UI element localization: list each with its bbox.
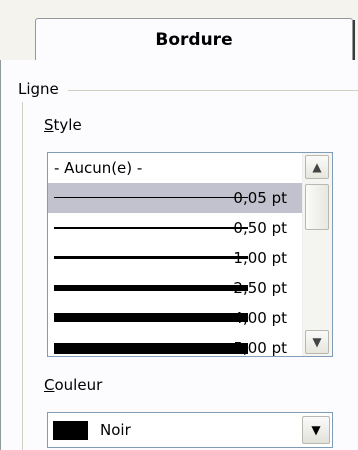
style-label: Style bbox=[44, 116, 82, 134]
tab-label: Bordure bbox=[155, 29, 233, 50]
line-style-option-1-00[interactable]: 1,00 pt bbox=[48, 243, 303, 273]
line-sample bbox=[54, 285, 248, 291]
arrow-up-icon: ▲ bbox=[312, 160, 322, 174]
line-style-option-5-00[interactable]: 5,00 pt bbox=[48, 333, 303, 356]
group-border bbox=[22, 102, 23, 450]
line-sample bbox=[54, 227, 248, 229]
tab-edge bbox=[353, 20, 355, 60]
line-style-listbox[interactable]: - Aucun(e) - 0,05 pt 0,50 pt 1,00 pt 2,5… bbox=[47, 152, 333, 357]
scroll-down-button[interactable]: ▼ bbox=[305, 330, 329, 354]
line-style-option-0-50[interactable]: 0,50 pt bbox=[48, 213, 303, 243]
line-style-option-0-05[interactable]: 0,05 pt bbox=[48, 183, 303, 213]
scroll-up-button[interactable]: ▲ bbox=[305, 155, 329, 179]
line-style-option-2-50[interactable]: 2,50 pt bbox=[48, 273, 303, 303]
color-dropdown[interactable]: Noir ▼ bbox=[47, 412, 333, 448]
scroll-thumb[interactable] bbox=[305, 184, 329, 230]
line-style-scrollbar[interactable]: ▲ ▼ bbox=[302, 153, 332, 356]
tab-strip: Bordure bbox=[0, 0, 358, 60]
line-sample bbox=[54, 256, 248, 259]
group-title-ligne: Ligne bbox=[18, 80, 59, 98]
tab-bordure[interactable]: Bordure bbox=[35, 18, 353, 60]
arrow-down-icon: ▼ bbox=[312, 335, 322, 349]
color-label: Couleur bbox=[44, 376, 103, 394]
color-value: Noir bbox=[100, 421, 131, 439]
line-sample bbox=[54, 313, 248, 322]
color-dropdown-button[interactable]: ▼ bbox=[302, 416, 330, 444]
line-sample bbox=[54, 197, 248, 198]
color-swatch bbox=[53, 421, 88, 440]
group-separator bbox=[68, 90, 358, 91]
line-sample bbox=[54, 343, 248, 354]
chevron-down-icon: ▼ bbox=[311, 423, 321, 437]
line-style-option-4-00[interactable]: 4,00 pt bbox=[48, 303, 303, 333]
line-style-option-none[interactable]: - Aucun(e) - bbox=[48, 153, 303, 183]
bordure-panel: Ligne Style - Aucun(e) - 0,05 pt 0,50 pt… bbox=[0, 60, 358, 450]
line-style-list: - Aucun(e) - 0,05 pt 0,50 pt 1,00 pt 2,5… bbox=[48, 153, 303, 356]
